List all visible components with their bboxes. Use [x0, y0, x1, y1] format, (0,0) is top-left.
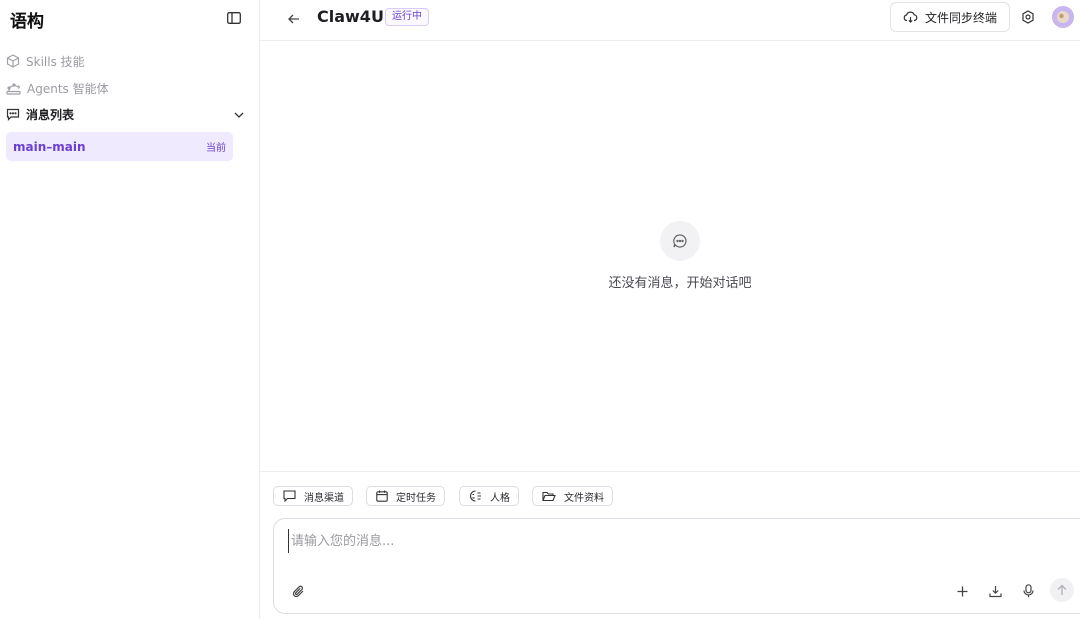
- conversation-name: main–main: [13, 139, 86, 154]
- arrow-up-icon: [1057, 584, 1067, 595]
- messages-collapse-toggle[interactable]: [231, 107, 247, 123]
- arrow-left-icon: [288, 14, 299, 24]
- sidebar-item-label: Agents 智能体: [27, 81, 109, 96]
- folder-open-icon: [542, 491, 556, 501]
- sidebar-item-label: Skills 技能: [26, 54, 85, 69]
- chip-label: 文件资料: [564, 492, 604, 504]
- avatar-image-icon: [1052, 6, 1074, 28]
- sidebar-item-label: 消息列表: [26, 107, 75, 122]
- send-button[interactable]: [1050, 578, 1074, 602]
- file-sync-label: 文件同步终端: [924, 10, 997, 25]
- page-title: Claw4U: [317, 7, 384, 26]
- sidebar-item-agents[interactable]: Agents 智能体: [6, 77, 109, 99]
- attach-button[interactable]: [288, 581, 308, 601]
- persona-face-icon: [470, 490, 481, 502]
- app-window: 语构 Skills 技能 Agents 智能体 消息列表 main–main 当…: [0, 0, 1080, 619]
- cloud-download-icon: [903, 11, 918, 23]
- gear-icon: [1022, 10, 1034, 24]
- composer-area: 消息渠道 定时任务 人格 文件资料: [260, 471, 1080, 619]
- chip-label: 消息渠道: [304, 492, 344, 504]
- chat-bubble-icon: [673, 234, 687, 248]
- chip-scheduled-tasks[interactable]: 定时任务: [366, 486, 445, 506]
- chip-label: 人格: [490, 492, 510, 504]
- current-badge: 当前: [206, 143, 226, 154]
- chevron-down-icon: [234, 112, 244, 118]
- add-button[interactable]: [952, 581, 972, 601]
- status-badge: 运行中: [385, 8, 429, 26]
- download-button[interactable]: [985, 581, 1005, 601]
- chip-message-channels[interactable]: 消息渠道: [273, 486, 353, 506]
- settings-button[interactable]: [1018, 7, 1038, 27]
- top-header: Claw4U 运行中 文件同步终端: [260, 0, 1080, 41]
- chip-persona[interactable]: 人格: [459, 486, 519, 506]
- calendar-icon: [376, 490, 388, 502]
- plus-icon: [957, 586, 967, 596]
- robot-arm-icon: [6, 83, 21, 95]
- empty-state-text: 还没有消息，开始对话吧: [608, 276, 752, 291]
- message-square-icon: [6, 108, 20, 121]
- back-button[interactable]: [284, 9, 304, 29]
- brand-title: 语构: [10, 12, 44, 32]
- microphone-button[interactable]: [1018, 581, 1038, 601]
- sidebar-toggle-button[interactable]: [224, 8, 244, 28]
- chip-label: 定时任务: [396, 492, 436, 504]
- message-composer: [273, 518, 1080, 614]
- sidebar-item-messages[interactable]: 消息列表: [6, 103, 74, 125]
- cube-icon: [6, 54, 20, 68]
- conversation-item-main[interactable]: main–main 当前: [6, 132, 233, 161]
- chip-file-materials[interactable]: 文件资料: [532, 486, 613, 506]
- sidebar-item-skills[interactable]: Skills 技能: [6, 50, 85, 72]
- paperclip-icon: [292, 585, 303, 597]
- sidebar: 语构 Skills 技能 Agents 智能体 消息列表 main–main 当…: [0, 0, 260, 619]
- message-square-icon: [283, 490, 296, 502]
- file-sync-terminal-button[interactable]: 文件同步终端: [890, 2, 1010, 32]
- sidebar-panel-icon: [227, 12, 241, 24]
- microphone-icon: [1022, 584, 1034, 598]
- empty-chat-icon-wrap: [660, 221, 700, 261]
- user-avatar[interactable]: [1052, 6, 1074, 28]
- message-input[interactable]: [288, 529, 1048, 553]
- download-tray-icon: [988, 585, 1002, 597]
